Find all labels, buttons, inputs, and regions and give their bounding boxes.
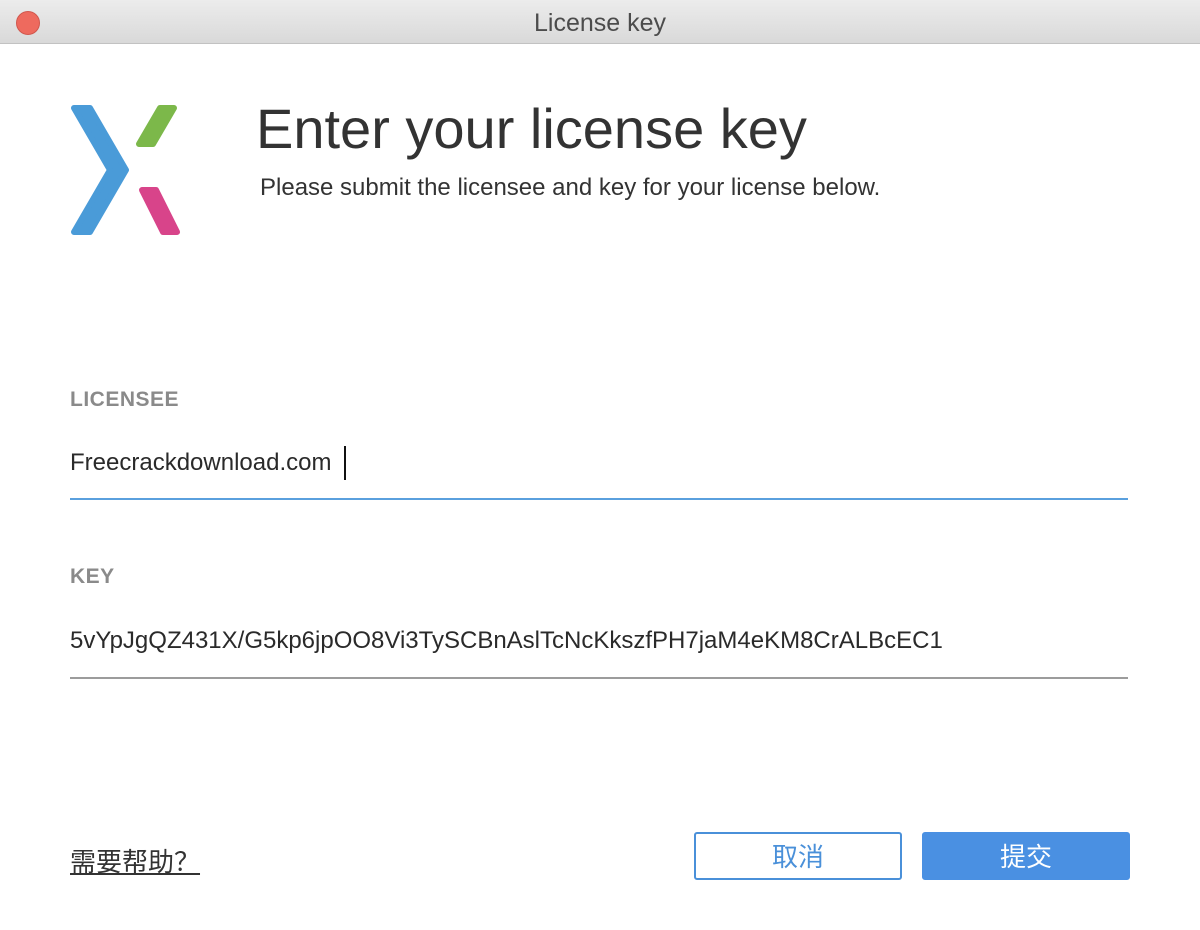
- submit-button[interactable]: 提交: [922, 832, 1130, 880]
- licensee-label: LICENSEE: [70, 388, 180, 411]
- x-logo-icon: [71, 105, 180, 235]
- title-bar: License key: [0, 0, 1200, 44]
- licensee-input[interactable]: [70, 443, 1128, 483]
- window-title: License key: [533, 9, 667, 37]
- logo-pink-stroke: [139, 187, 180, 235]
- licensee-underline: [70, 498, 1128, 500]
- logo-green-stroke: [136, 105, 177, 147]
- page-subtitle: Please submit the licensee and key for y…: [260, 174, 881, 201]
- logo-blue-chevron: [71, 105, 129, 235]
- text-caret: [344, 446, 346, 480]
- license-key-dialog: License key Enter your license key Pleas…: [0, 0, 1200, 930]
- cancel-button[interactable]: 取消: [694, 832, 902, 880]
- key-label: KEY: [70, 565, 115, 588]
- help-link[interactable]: 需要帮助？: [70, 842, 200, 879]
- key-input[interactable]: [70, 621, 1128, 661]
- key-underline: [70, 677, 1128, 679]
- page-title: Enter your license key: [256, 97, 807, 160]
